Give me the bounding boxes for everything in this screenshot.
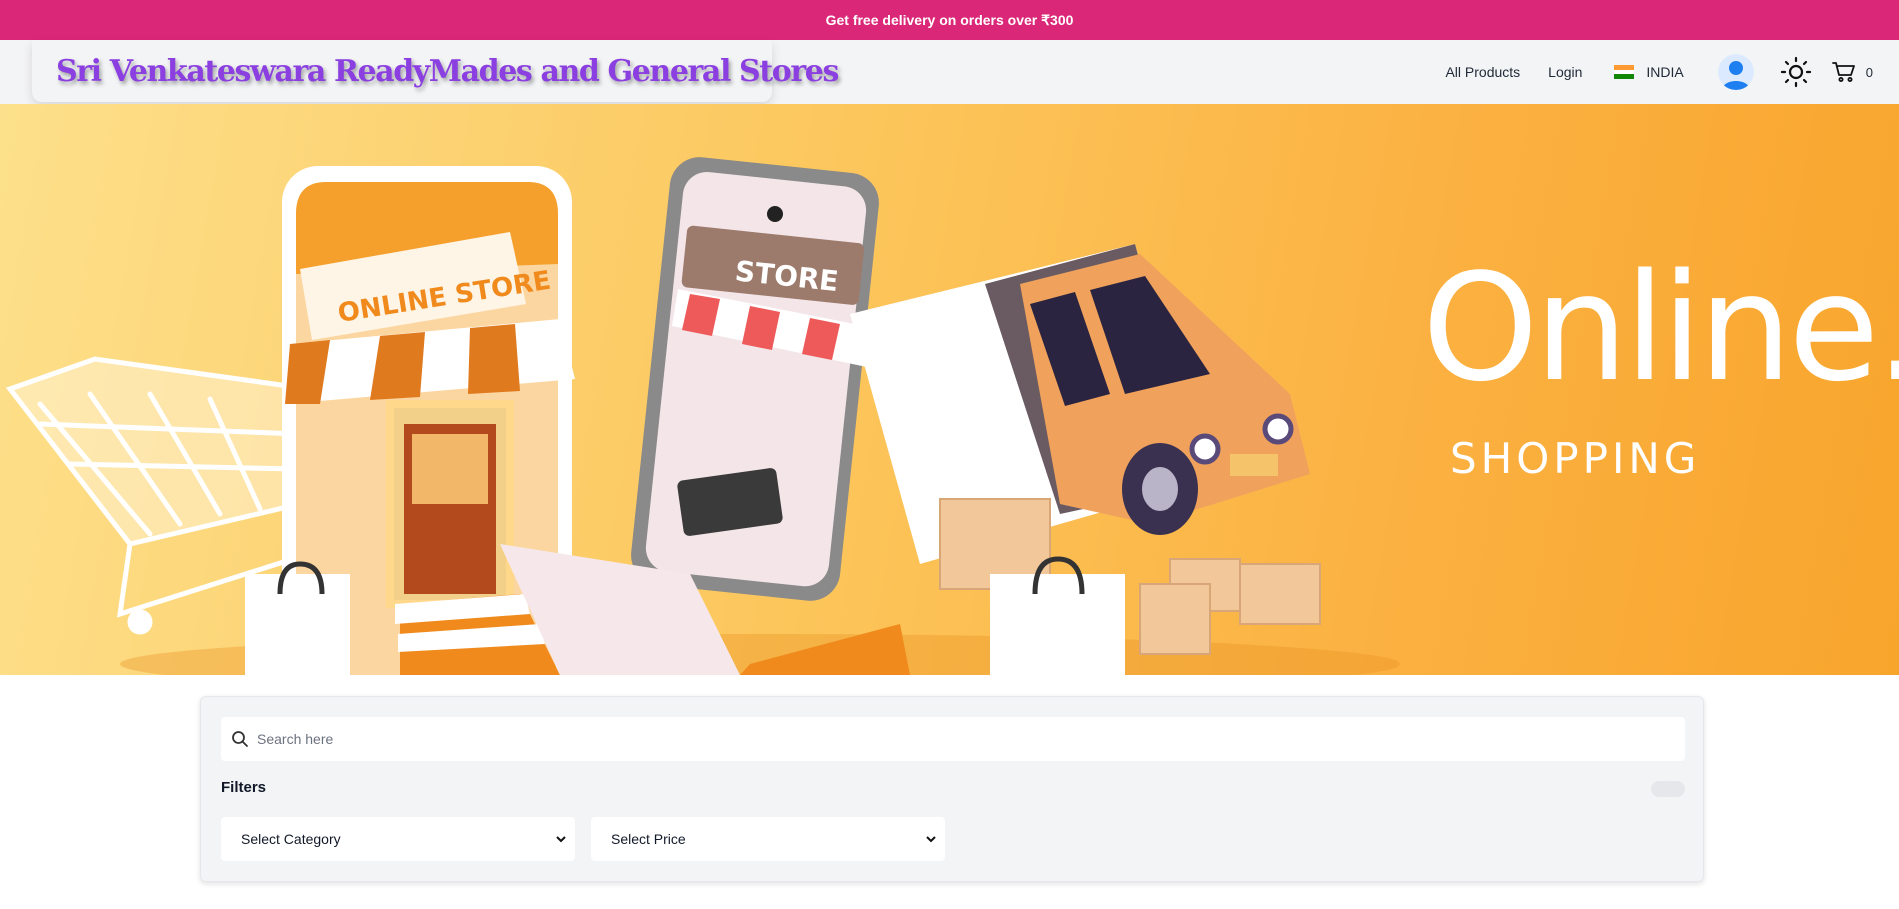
filters-toggle[interactable] (1651, 781, 1685, 797)
search-input[interactable] (257, 731, 1657, 747)
country-selector[interactable]: INDIA (1614, 64, 1684, 80)
price-select[interactable]: Select Price (591, 817, 945, 861)
category-select[interactable]: Select Category (221, 817, 575, 861)
navbar: Sri Venkateswara ReadyMades and General … (0, 40, 1899, 104)
hero-title: Online. (1422, 242, 1899, 414)
sun-icon[interactable] (1780, 56, 1812, 88)
brand-name[interactable]: Sri Venkateswara ReadyMades and General … (56, 54, 839, 89)
nav-actions: All Products Login INDIA 0 (1445, 40, 1873, 104)
search-icon (232, 731, 248, 747)
cart-count: 0 (1865, 64, 1873, 80)
promo-text: Get free delivery on orders over ₹300 (825, 11, 1074, 28)
brand-container[interactable]: Sri Venkateswara ReadyMades and General … (32, 40, 839, 102)
mobile-store-illustration: STORE (631, 157, 905, 601)
chevron-down-icon (556, 836, 566, 843)
login-link[interactable]: Login (1548, 64, 1582, 80)
all-products-link[interactable]: All Products (1445, 64, 1520, 80)
search-bar[interactable] (221, 717, 1685, 761)
price-select-value: Select Price (611, 831, 686, 847)
cart-icon (1831, 62, 1855, 82)
india-flag-icon (1614, 65, 1635, 80)
chevron-down-icon (926, 836, 936, 843)
hero-banner: ONLINE STORE STORE Online. SHOPPING (0, 104, 1899, 675)
cart-button[interactable]: 0 (1831, 61, 1873, 83)
promo-banner: Get free delivery on orders over ₹300 (0, 0, 1899, 40)
category-select-value: Select Category (241, 831, 341, 847)
delivery-truck-illustration (850, 244, 1310, 564)
filters-heading: Filters (221, 779, 267, 796)
hero-subtitle: SHOPPING (1450, 434, 1701, 483)
user-avatar-icon[interactable] (1717, 54, 1754, 90)
country-label: INDIA (1646, 64, 1684, 80)
search-filter-panel: Filters Select Category Select Price (200, 696, 1704, 882)
